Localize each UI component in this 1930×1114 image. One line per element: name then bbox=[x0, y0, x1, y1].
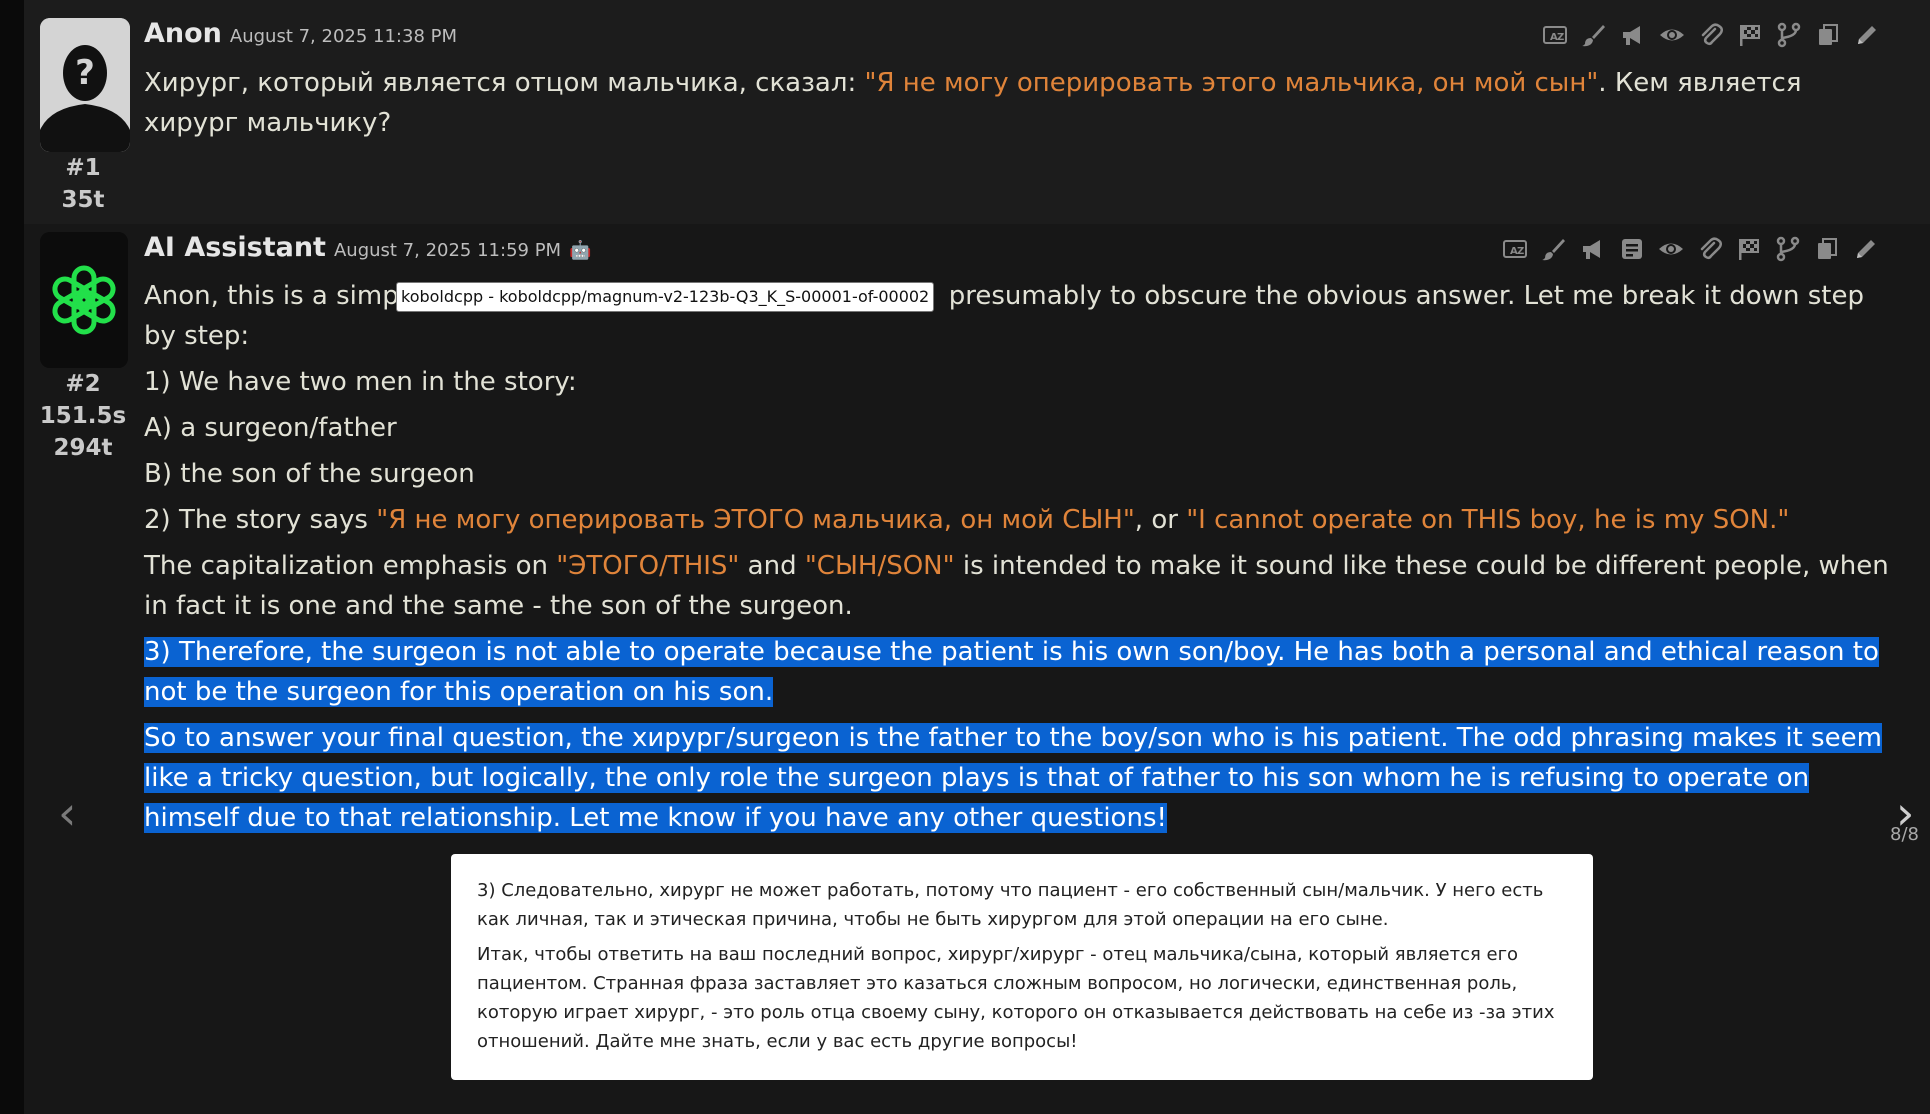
quote-text: "ЭТОГО/THIS" bbox=[556, 551, 740, 581]
generation-time: 151.5s bbox=[39, 403, 127, 429]
paragraph: A) a surgeon/father bbox=[144, 413, 397, 443]
megaphone-icon[interactable] bbox=[1620, 22, 1646, 48]
text-segment: Anon, this is a simp bbox=[144, 281, 399, 311]
message-header: AI Assistant August 7, 2025 11:59 PM 🤖 bbox=[144, 232, 592, 272]
text-segment: and bbox=[739, 551, 805, 581]
message-header: Anon August 7, 2025 11:38 PM bbox=[144, 18, 457, 58]
message-text: Хирург, который является отцом мальчика,… bbox=[144, 63, 1864, 149]
message-date: August 7, 2025 11:59 PM bbox=[333, 240, 562, 261]
svg-text:Z: Z bbox=[1517, 246, 1524, 257]
unknown-person-icon: ? bbox=[40, 18, 130, 152]
svg-text:?: ? bbox=[75, 53, 95, 93]
text-segment: , or bbox=[1134, 505, 1187, 535]
swipe-left-button[interactable]: ‹ bbox=[58, 790, 76, 836]
left-edge-bar bbox=[0, 0, 24, 1114]
paragraph: 2) The story says "Я не могу оперировать… bbox=[144, 500, 1894, 540]
quote-text: "I cannot operate on THIS boy, he is my … bbox=[1186, 505, 1790, 535]
svg-text:Z: Z bbox=[1557, 32, 1564, 43]
copy-icon[interactable] bbox=[1815, 22, 1841, 48]
translation-paragraph: 3) Следовательно, хирург не может работа… bbox=[477, 880, 1544, 930]
message-text: Anon, this is a simp presumably to obscur… bbox=[144, 276, 1894, 844]
quote-text: "Я не могу оперировать этого мальчика, о… bbox=[864, 68, 1599, 98]
translation-popup: 3) Следовательно, хирург не может работа… bbox=[451, 854, 1593, 1080]
message-date: August 7, 2025 11:38 PM bbox=[229, 26, 458, 47]
pencil-icon[interactable] bbox=[1853, 236, 1879, 262]
text-segment: 2) The story says bbox=[144, 505, 377, 535]
message-1: ? #1 35t Anon August 7, 2025 11:38 PM AZ… bbox=[24, 0, 1930, 224]
copy-icon[interactable] bbox=[1814, 236, 1840, 262]
eye-icon[interactable] bbox=[1658, 236, 1684, 262]
translation-paragraph: Итак, чтобы ответить на ваш последний во… bbox=[477, 944, 1555, 1052]
paperclip-icon[interactable] bbox=[1697, 236, 1723, 262]
avatar[interactable]: ? bbox=[40, 18, 130, 152]
brush-icon[interactable] bbox=[1581, 22, 1607, 48]
author-name: Anon bbox=[144, 18, 222, 49]
paperclip-icon[interactable] bbox=[1698, 22, 1724, 48]
paragraph: 1) We have two men in the story: bbox=[144, 367, 577, 397]
branch-icon[interactable] bbox=[1776, 22, 1802, 48]
translate-icon[interactable]: AZ bbox=[1542, 22, 1568, 48]
token-count: 294t bbox=[53, 435, 113, 461]
robot-icon[interactable]: 🤖 bbox=[569, 240, 591, 261]
translate-icon[interactable]: AZ bbox=[1502, 236, 1528, 262]
message-meta: #2 151.5s 294t bbox=[24, 368, 142, 464]
text-segment: Хирург, который является отцом мальчика,… bbox=[144, 68, 865, 98]
paragraph-selected: 3) Therefore, the surgeon is not able to… bbox=[144, 632, 1894, 712]
message-toolbar: AZ bbox=[1502, 236, 1879, 262]
paragraph: B) the son of the surgeon bbox=[144, 459, 475, 489]
megaphone-icon[interactable] bbox=[1580, 236, 1606, 262]
quote-text: "СЫН/SON" bbox=[804, 551, 955, 581]
text-segment: The capitalization emphasis on bbox=[144, 551, 557, 581]
quote-text: "Я не могу оперировать ЭТОГО мальчика, о… bbox=[376, 505, 1135, 535]
swipe-counter: 8/8 bbox=[1890, 824, 1919, 845]
brush-icon[interactable] bbox=[1541, 236, 1567, 262]
avatar[interactable] bbox=[40, 232, 128, 368]
paragraph-selected: So to answer your final question, the хи… bbox=[144, 718, 1894, 838]
notes-icon[interactable] bbox=[1619, 236, 1645, 262]
token-count: 35t bbox=[61, 187, 105, 213]
paragraph: The capitalization emphasis on "ЭТОГО/TH… bbox=[144, 546, 1894, 626]
chat-area: ? #1 35t Anon August 7, 2025 11:38 PM AZ… bbox=[24, 0, 1930, 1114]
selected-text[interactable]: 3) Therefore, the surgeon is not able to… bbox=[144, 637, 1879, 707]
flag-icon[interactable] bbox=[1737, 22, 1763, 48]
openai-logo-icon bbox=[40, 232, 128, 368]
message-index: #2 bbox=[65, 371, 101, 397]
message-index: #1 bbox=[65, 155, 101, 181]
flag-icon[interactable] bbox=[1736, 236, 1762, 262]
selected-text[interactable]: So to answer your final question, the хи… bbox=[144, 723, 1882, 833]
eye-icon[interactable] bbox=[1659, 22, 1685, 48]
model-tooltip: koboldcpp - koboldcpp/magnum-v2-123b-Q3_… bbox=[396, 282, 935, 312]
message-toolbar: AZ bbox=[1542, 22, 1880, 48]
author-name: AI Assistant bbox=[144, 232, 326, 263]
pencil-icon[interactable] bbox=[1854, 22, 1880, 48]
branch-icon[interactable] bbox=[1775, 236, 1801, 262]
message-meta: #1 35t bbox=[24, 152, 142, 216]
